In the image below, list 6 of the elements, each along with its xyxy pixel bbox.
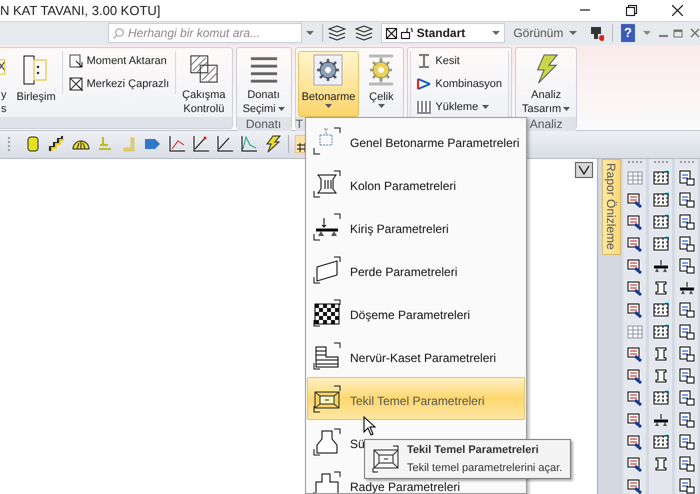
tooltip-title: Tekil Temel Parametreleri [407,442,540,458]
group-label: Analiz [530,116,562,131]
group-label: Donatı [246,116,282,131]
group-label: T [296,116,303,131]
window-title: N KAT TAVANI, 3.00 KOTU] [0,2,160,20]
tooltip-text: Tekil temel parametrelerini açar. [407,461,562,476]
